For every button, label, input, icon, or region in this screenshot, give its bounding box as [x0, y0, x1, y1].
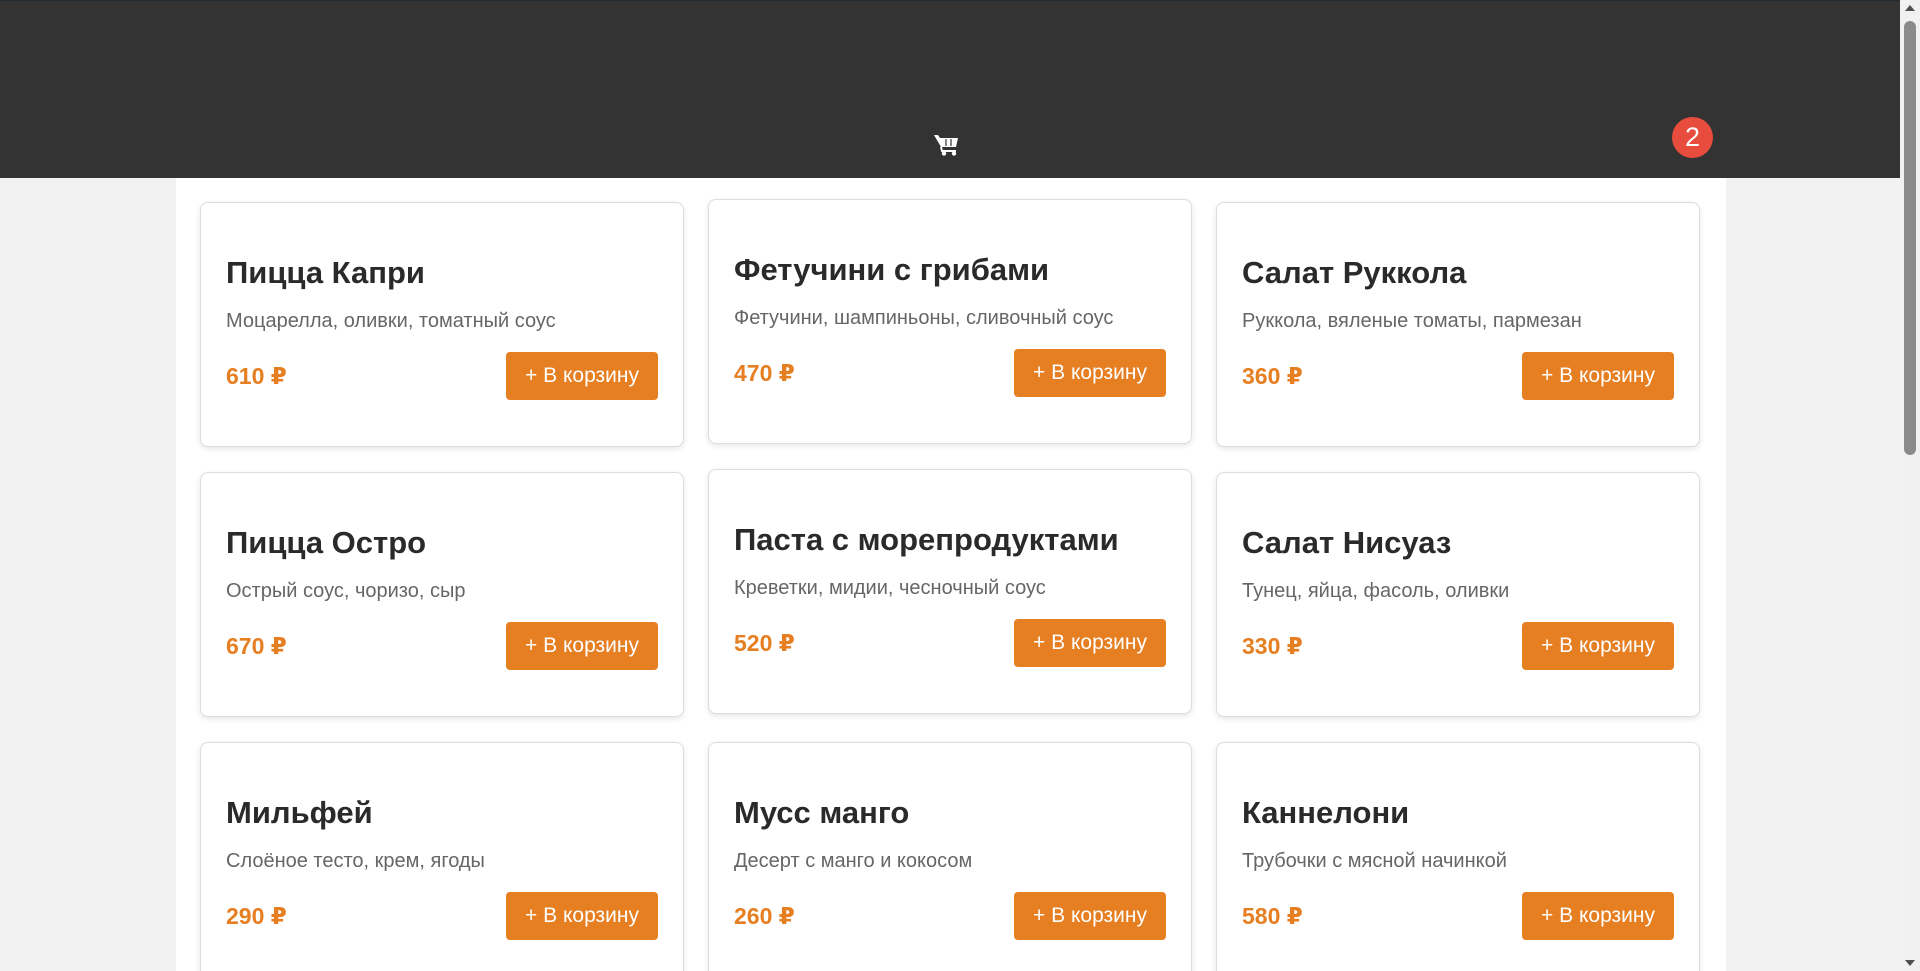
dish-price: 290 ₽ [226, 903, 287, 929]
vertical-scrollbar[interactable] [1900, 0, 1920, 971]
dish-price: 580 ₽ [1242, 903, 1303, 929]
scrollbar-thumb[interactable] [1904, 21, 1916, 455]
dish-description: Тунец, яйца, фасоль, оливки [1242, 580, 1510, 602]
dish-name: Паста с морепродуктами [734, 522, 1119, 557]
scroll-up-arrow-icon[interactable] [1905, 5, 1915, 11]
menu-card: Салат Нисуаз Тунец, яйца, фасоль, оливки… [1216, 472, 1700, 717]
card-footer: 260 ₽ + В корзину [734, 892, 1166, 940]
dish-price: 610 ₽ [226, 363, 287, 389]
dish-name: Мильфей [226, 795, 373, 830]
dish-description: Моцарелла, оливки, томатный соус [226, 310, 556, 332]
dish-description: Острый соус, чоризо, сыр [226, 580, 466, 602]
cart-count-badge[interactable]: 2 [1672, 117, 1713, 158]
menu-grid: Пицца Капри Моцарелла, оливки, томатный … [200, 199, 1700, 971]
card-footer: 470 ₽ + В корзину [734, 349, 1166, 397]
card-footer: 670 ₽ + В корзину [226, 622, 658, 670]
dish-description: Трубочки с мясной начинкой [1242, 850, 1507, 872]
cart-icon[interactable] [933, 132, 960, 156]
dish-name: Пицца Остро [226, 525, 427, 560]
add-to-cart-button[interactable]: + В корзину [1014, 349, 1166, 397]
dish-description: Руккола, вяленые томаты, пармезан [1242, 310, 1582, 332]
card-footer: 330 ₽ + В корзину [1242, 622, 1674, 670]
add-to-cart-button[interactable]: + В корзину [1014, 892, 1166, 940]
card-footer: 290 ₽ + В корзину [226, 892, 658, 940]
add-to-cart-button[interactable]: + В корзину [506, 622, 658, 670]
menu-card: Фетучини с грибами Фетучини, шампиньоны,… [708, 199, 1192, 444]
dish-description: Фетучини, шампиньоны, сливочный соус [734, 307, 1114, 329]
dish-description: Слоёное тесто, крем, ягоды [226, 850, 485, 872]
dish-name: Мусс манго [734, 795, 910, 830]
menu-card: Пицца Остро Острый соус, чоризо, сыр 670… [200, 472, 684, 717]
dish-description: Креветки, мидии, чесночный соус [734, 577, 1046, 599]
dish-name: Салат Руккола [1242, 255, 1467, 290]
menu-card: Салат Руккола Руккола, вяленые томаты, п… [1216, 202, 1700, 447]
add-to-cart-button[interactable]: + В корзину [1522, 352, 1674, 400]
add-to-cart-button[interactable]: + В корзину [506, 352, 658, 400]
dish-name: Салат Нисуаз [1242, 525, 1452, 560]
dish-price: 670 ₽ [226, 633, 287, 659]
add-to-cart-button[interactable]: + В корзину [1522, 892, 1674, 940]
dish-price: 470 ₽ [734, 360, 795, 386]
dish-price: 260 ₽ [734, 903, 795, 929]
menu-card: Паста с морепродуктами Креветки, мидии, … [708, 469, 1192, 714]
dish-name: Каннелони [1242, 795, 1410, 830]
menu-card: Каннелони Трубочки с мясной начинкой 580… [1216, 742, 1700, 971]
menu-card: Мильфей Слоёное тесто, крем, ягоды 290 ₽… [200, 742, 684, 971]
menu-card: Мусс манго Десерт с манго и кокосом 260 … [708, 742, 1192, 971]
card-footer: 520 ₽ + В корзину [734, 619, 1166, 667]
card-footer: 610 ₽ + В корзину [226, 352, 658, 400]
scroll-down-arrow-icon[interactable] [1905, 960, 1915, 966]
dish-price: 360 ₽ [1242, 363, 1303, 389]
dish-description: Десерт с манго и кокосом [734, 850, 973, 872]
add-to-cart-button[interactable]: + В корзину [1014, 619, 1166, 667]
dish-name: Пицца Капри [226, 255, 425, 290]
add-to-cart-button[interactable]: + В корзину [506, 892, 658, 940]
dish-price: 330 ₽ [1242, 633, 1303, 659]
menu-card: Пицца Капри Моцарелла, оливки, томатный … [200, 202, 684, 447]
card-footer: 580 ₽ + В корзину [1242, 892, 1674, 940]
top-bar: 2 [0, 0, 1900, 178]
card-footer: 360 ₽ + В корзину [1242, 352, 1674, 400]
menu-container: Пицца Капри Моцарелла, оливки, томатный … [176, 178, 1726, 971]
page: 2 Пицца Капри Моцарелла, оливки, томатны… [0, 0, 1920, 971]
dish-price: 520 ₽ [734, 630, 795, 656]
dish-name: Фетучини с грибами [734, 252, 1050, 287]
add-to-cart-button[interactable]: + В корзину [1522, 622, 1674, 670]
